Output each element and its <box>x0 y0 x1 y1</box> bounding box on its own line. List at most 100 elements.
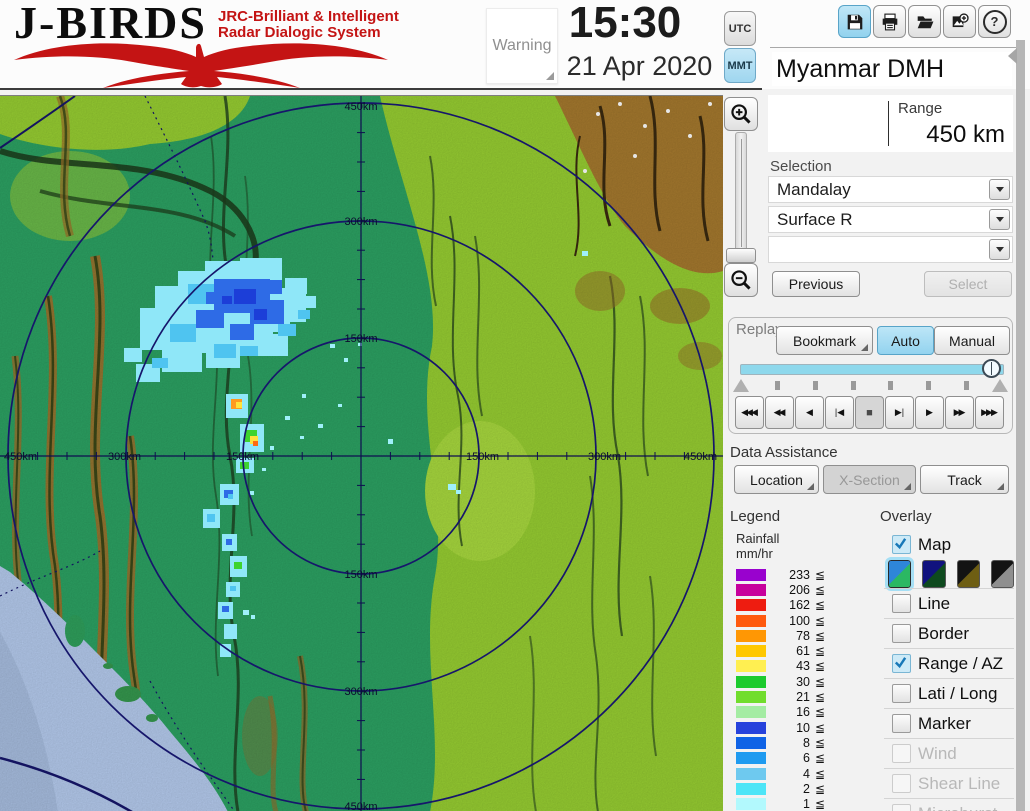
precip-cell <box>234 289 256 304</box>
check-icon <box>894 538 907 550</box>
collapse-panel-icon[interactable] <box>1008 48 1017 64</box>
map-style-swatch-3[interactable] <box>956 559 980 588</box>
auto-mode-button[interactable]: Auto <box>877 326 934 355</box>
legend-item: 61 ≦ <box>736 643 878 658</box>
eagle-logo-icon <box>14 43 388 88</box>
precip-cell <box>243 610 249 615</box>
overlay-row-border[interactable]: Border <box>884 618 1014 648</box>
precip-cell <box>196 310 224 328</box>
legend-value: 10 <box>796 720 810 735</box>
zoom-out-button[interactable] <box>724 263 758 297</box>
precip-cell <box>224 624 237 639</box>
mmt-button[interactable]: MMT <box>724 48 756 83</box>
data-assistance-label: Data Assistance <box>730 444 838 461</box>
rewind-button[interactable]: ◀◀ <box>765 396 794 429</box>
help-button[interactable]: ? <box>978 5 1011 38</box>
slider-start-marker[interactable] <box>733 379 749 392</box>
replay-slider-track[interactable] <box>740 364 1004 375</box>
step-back-button[interactable]: |◀ <box>825 396 854 429</box>
select-button[interactable]: Select <box>924 271 1012 297</box>
range-ring-label: 450km <box>684 451 717 463</box>
map-style-swatch-4[interactable] <box>990 559 1014 588</box>
precip-cell <box>344 358 348 362</box>
slider-end-marker[interactable] <box>992 379 1008 392</box>
product-dropdown-button[interactable] <box>989 209 1010 230</box>
legend-item: 1 ≦ <box>736 796 878 811</box>
zoom-slider-track[interactable] <box>735 132 747 254</box>
map-checkbox[interactable] <box>892 535 911 554</box>
precip-cell <box>207 514 215 522</box>
range-az-checkbox[interactable] <box>892 654 911 673</box>
panel-edge-strip[interactable] <box>1016 40 1025 811</box>
site-dropdown[interactable]: Mandalay <box>768 176 1013 203</box>
overlay-label-lati-long: Lati / Long <box>918 683 998 703</box>
manual-mode-button[interactable]: Manual <box>934 326 1010 355</box>
precip-cell <box>222 296 232 304</box>
legend-value: 2 <box>803 781 810 796</box>
x-section-button[interactable]: X-Section <box>823 465 916 494</box>
track-button[interactable]: Track <box>920 465 1009 494</box>
precip-cell <box>285 416 290 420</box>
overlay-row-map[interactable]: Map <box>884 530 1014 559</box>
open-file-button[interactable] <box>908 5 941 38</box>
jbirds-window: J-BIRDS JRC-Brilliant & Intelligent Rada… <box>0 0 1030 811</box>
overlay-row-wind: Wind <box>884 738 1014 768</box>
replay-slider-handle[interactable] <box>982 359 1001 378</box>
save-button[interactable] <box>838 5 871 38</box>
radar-map-area[interactable]: 450km 300km 150km 150km 300km 450km 450km 300km… <box>0 94 723 811</box>
overlay-label-range-az: Range / AZ <box>918 653 1004 673</box>
step-forward-button[interactable]: ▶| <box>885 396 914 429</box>
header-divider <box>0 88 762 90</box>
legend-lte-symbol: ≦ <box>815 735 826 750</box>
legend-color-swatch <box>736 736 766 749</box>
utc-button[interactable]: UTC <box>724 11 756 46</box>
warning-button[interactable]: Warning <box>486 8 558 84</box>
option-dropdown-button[interactable] <box>989 239 1010 260</box>
product-dropdown[interactable]: Surface R <box>768 206 1013 233</box>
selection-label: Selection <box>770 158 832 175</box>
play-button[interactable]: ▶ <box>915 396 944 429</box>
lati-long-checkbox[interactable] <box>892 684 911 703</box>
print-button[interactable] <box>873 5 906 38</box>
range-box: Range 450 km <box>768 95 1013 152</box>
map-style-swatch-2[interactable] <box>922 559 946 588</box>
precip-cell <box>214 344 236 358</box>
stop-button[interactable]: ■ <box>855 396 884 429</box>
add-image-button[interactable] <box>943 5 976 38</box>
legend-value: 16 <box>796 705 810 720</box>
legend-color-swatch <box>736 599 766 612</box>
zoom-in-button[interactable] <box>724 97 758 131</box>
forward-fast-button[interactable]: ▶▶▶ <box>975 396 1004 429</box>
play-backward-button[interactable]: ◀ <box>795 396 824 429</box>
zoom-slider-handle[interactable] <box>726 248 756 263</box>
option-dropdown[interactable] <box>768 236 1013 263</box>
precip-cell <box>582 251 588 256</box>
previous-button[interactable]: Previous <box>772 271 860 297</box>
overlay-row-range-az[interactable]: Range / AZ <box>884 648 1014 678</box>
rewind-fast-button[interactable]: ◀◀◀ <box>735 396 764 429</box>
location-button[interactable]: Location <box>734 465 819 494</box>
image-plus-icon <box>952 12 969 27</box>
forward-button[interactable]: ▶▶ <box>945 396 974 429</box>
legend-value: 4 <box>803 766 810 781</box>
line-checkbox[interactable] <box>892 594 911 613</box>
overlay-row-lati-long[interactable]: Lati / Long <box>884 678 1014 708</box>
legend-lte-symbol: ≦ <box>815 659 826 674</box>
map-style-swatch-1[interactable] <box>884 556 915 591</box>
legend-item: 2 ≦ <box>736 781 878 796</box>
overlay-row-marker[interactable]: Marker <box>884 708 1014 738</box>
legend-item: 30 ≦ <box>736 674 878 689</box>
range-ring-label: 300km <box>344 686 377 698</box>
legend-lte-symbol: ≦ <box>815 567 826 582</box>
border-checkbox[interactable] <box>892 624 911 643</box>
radar-map[interactable]: 450km 300km 150km 150km 300km 450km 450km 300km… <box>0 94 723 811</box>
marker-checkbox[interactable] <box>892 714 911 733</box>
bookmark-button[interactable]: Bookmark <box>776 326 873 355</box>
legend-item: 8 ≦ <box>736 735 878 750</box>
precip-cell <box>152 358 168 368</box>
magnifier-minus-icon <box>731 270 751 290</box>
range-value: 450 km <box>926 121 1005 148</box>
legend-panel: Rainfall mm/hr 233 ≦ 206 ≦ 162 ≦ 100 ≦ 78 ≦ 61 ≦ 43 ≦… <box>736 531 878 811</box>
overlay-row-line[interactable]: Line <box>884 588 1014 618</box>
site-dropdown-button[interactable] <box>989 179 1010 200</box>
